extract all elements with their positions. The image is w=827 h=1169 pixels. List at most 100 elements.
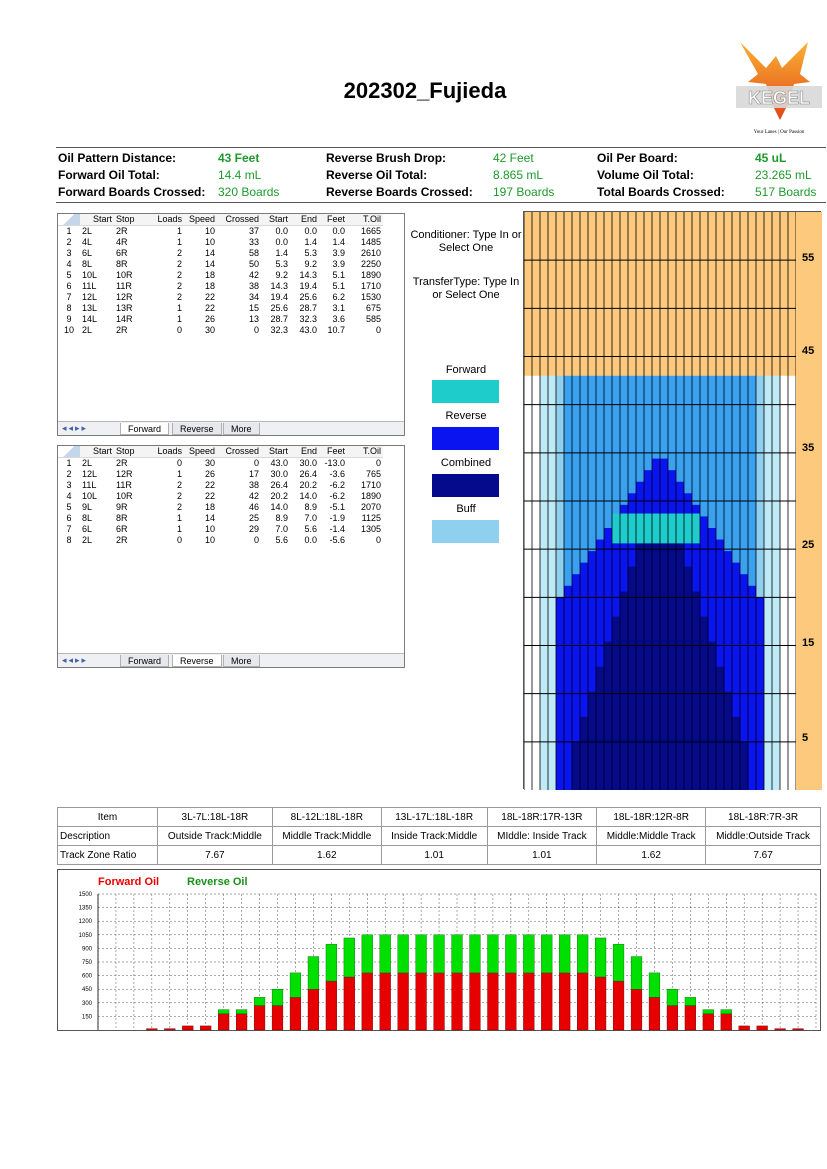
table-cell[interactable]: 19.4 bbox=[290, 281, 319, 292]
table-cell[interactable]: 46 bbox=[217, 502, 261, 513]
table-cell[interactable]: 0 bbox=[152, 458, 184, 470]
table-cell[interactable]: 10 bbox=[184, 524, 217, 535]
table-cell[interactable]: 12R bbox=[114, 292, 152, 303]
table-cell[interactable]: 11R bbox=[114, 480, 152, 491]
table-cell[interactable]: 4R bbox=[114, 237, 152, 248]
table-cell[interactable]: 0 bbox=[217, 458, 261, 470]
table-cell[interactable]: 33 bbox=[217, 237, 261, 248]
table-cell[interactable]: 11R bbox=[114, 281, 152, 292]
table-cell[interactable]: 43.0 bbox=[261, 458, 290, 470]
table-cell[interactable]: 2L bbox=[80, 458, 114, 470]
table-cell[interactable]: 1 bbox=[152, 226, 184, 238]
table-cell[interactable]: 0 bbox=[152, 535, 184, 546]
table-cell[interactable]: 2 bbox=[152, 259, 184, 270]
table-cell[interactable]: 8R bbox=[114, 513, 152, 524]
table-cell[interactable]: 1665 bbox=[347, 226, 383, 238]
table-cell[interactable]: 28.7 bbox=[261, 314, 290, 325]
table-cell[interactable]: 2R bbox=[114, 226, 152, 238]
table-cell[interactable]: 7.0 bbox=[290, 513, 319, 524]
table-row[interactable]: 2 4L 4R 1 10 33 0.0 1.4 1.4 1485 bbox=[58, 237, 383, 248]
table-cell[interactable]: 10L bbox=[80, 270, 114, 281]
table-cell[interactable]: 9L bbox=[80, 502, 114, 513]
table-cell[interactable]: 22 bbox=[184, 480, 217, 491]
table-cell[interactable]: 38 bbox=[217, 281, 261, 292]
table-cell[interactable]: 42 bbox=[217, 270, 261, 281]
table-cell[interactable]: 18 bbox=[184, 502, 217, 513]
table-cell[interactable]: 32.3 bbox=[290, 314, 319, 325]
tab-forward[interactable]: Forward bbox=[120, 423, 170, 435]
table-cell[interactable]: 6R bbox=[114, 524, 152, 535]
table-cell[interactable]: 2L bbox=[80, 325, 114, 336]
table-cell[interactable]: 14 bbox=[184, 248, 217, 259]
table-cell[interactable]: 0.0 bbox=[261, 237, 290, 248]
table-row[interactable]: 6 8L 8R 1 14 25 8.9 7.0 -1.9 1125 bbox=[58, 513, 383, 524]
table-cell[interactable]: 0 bbox=[347, 458, 383, 470]
table-cell[interactable]: 30 bbox=[184, 325, 217, 336]
table-cell[interactable]: 2R bbox=[114, 535, 152, 546]
table-row[interactable]: 1 2L 2R 0 30 0 43.0 30.0 -13.0 0 bbox=[58, 457, 383, 470]
table-cell[interactable]: 0 bbox=[347, 535, 383, 546]
table-cell[interactable]: 2 bbox=[152, 292, 184, 303]
table-row[interactable]: 6 11L 11R 2 18 38 14.3 19.4 5.1 1710 bbox=[58, 281, 383, 292]
table-row[interactable]: 2 12L 12R 1 26 17 30.0 26.4 -3.6 765 bbox=[58, 469, 383, 480]
table-cell[interactable]: 37 bbox=[217, 226, 261, 238]
table-cell[interactable]: 1 bbox=[152, 524, 184, 535]
table-row[interactable]: 4 10L 10R 2 22 42 20.2 14.0 -6.2 1890 bbox=[58, 491, 383, 502]
table-cell[interactable]: 12R bbox=[114, 469, 152, 480]
table-cell[interactable]: 0 bbox=[347, 325, 383, 336]
table-cell[interactable]: 14.3 bbox=[261, 281, 290, 292]
table-cell[interactable]: 7.0 bbox=[261, 524, 290, 535]
table-cell[interactable]: 0.0 bbox=[261, 226, 290, 238]
tab-more[interactable]: More bbox=[223, 423, 260, 435]
table-cell[interactable]: 19.4 bbox=[261, 292, 290, 303]
table-cell[interactable]: 1 bbox=[152, 314, 184, 325]
table-row[interactable]: 1 2L 2R 1 10 37 0.0 0.0 0.0 1665 bbox=[58, 225, 383, 238]
table-cell[interactable]: 42 bbox=[217, 491, 261, 502]
conditioner-field[interactable]: Conditioner: Type In or Select One bbox=[410, 229, 522, 255]
table-row[interactable]: 7 12L 12R 2 22 34 19.4 25.6 6.2 1530 bbox=[58, 292, 383, 303]
table-cell[interactable]: 5.6 bbox=[290, 524, 319, 535]
table-cell[interactable]: 5.3 bbox=[290, 248, 319, 259]
table-cell[interactable]: -1.9 bbox=[319, 513, 347, 524]
table-row[interactable]: 8 2L 2R 0 10 0 5.6 0.0 -5.6 0 bbox=[58, 535, 383, 546]
table-cell[interactable]: 8R bbox=[114, 259, 152, 270]
table-row[interactable]: 5 9L 9R 2 18 46 14.0 8.9 -5.1 2070 bbox=[58, 502, 383, 513]
table-cell[interactable]: 10 bbox=[184, 226, 217, 238]
table-cell[interactable]: 6L bbox=[80, 524, 114, 535]
table-cell[interactable]: 1485 bbox=[347, 237, 383, 248]
table-cell[interactable]: 1 bbox=[152, 237, 184, 248]
table-cell[interactable]: 43.0 bbox=[290, 325, 319, 336]
table-cell[interactable]: 9R bbox=[114, 502, 152, 513]
table-cell[interactable]: 1890 bbox=[347, 270, 383, 281]
table-cell[interactable]: 1305 bbox=[347, 524, 383, 535]
table-cell[interactable]: 9.2 bbox=[290, 259, 319, 270]
table-cell[interactable]: 14R bbox=[114, 314, 152, 325]
table-cell[interactable]: 8.9 bbox=[290, 502, 319, 513]
table-cell[interactable]: 10L bbox=[80, 491, 114, 502]
table-cell[interactable]: 675 bbox=[347, 303, 383, 314]
table-cell[interactable]: 15 bbox=[217, 303, 261, 314]
table-cell[interactable]: 14L bbox=[80, 314, 114, 325]
table-cell[interactable]: 2R bbox=[114, 458, 152, 470]
table-cell[interactable]: 8L bbox=[80, 513, 114, 524]
table-cell[interactable]: 2610 bbox=[347, 248, 383, 259]
table-cell[interactable]: 34 bbox=[217, 292, 261, 303]
table-cell[interactable]: 14 bbox=[184, 259, 217, 270]
table-cell[interactable]: 3.6 bbox=[319, 314, 347, 325]
table-cell[interactable]: 11L bbox=[80, 281, 114, 292]
table-cell[interactable]: 585 bbox=[347, 314, 383, 325]
table-cell[interactable]: 6.2 bbox=[319, 292, 347, 303]
table-cell[interactable]: 765 bbox=[347, 469, 383, 480]
table-cell[interactable]: 18 bbox=[184, 270, 217, 281]
table-cell[interactable]: 6L bbox=[80, 248, 114, 259]
table-cell[interactable]: 2 bbox=[152, 480, 184, 491]
table-cell[interactable]: 1125 bbox=[347, 513, 383, 524]
table-cell[interactable]: 1 bbox=[152, 303, 184, 314]
table-cell[interactable]: 2L bbox=[80, 535, 114, 546]
table-cell[interactable]: 30.0 bbox=[261, 469, 290, 480]
table-cell[interactable]: 14.3 bbox=[290, 270, 319, 281]
table-cell[interactable]: 0.0 bbox=[319, 226, 347, 238]
table-row[interactable]: 4 8L 8R 2 14 50 5.3 9.2 3.9 2250 bbox=[58, 259, 383, 270]
table-cell[interactable]: 12L bbox=[80, 469, 114, 480]
table-cell[interactable]: 8L bbox=[80, 259, 114, 270]
